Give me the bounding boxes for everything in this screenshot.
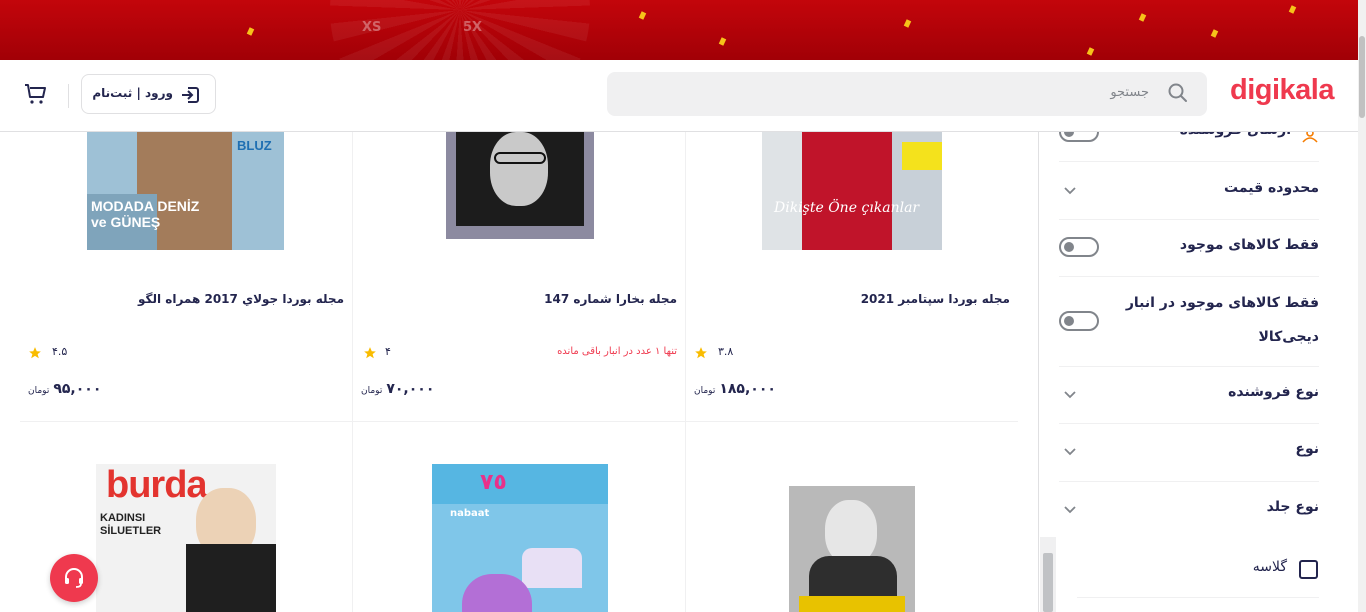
checkbox[interactable] — [1299, 560, 1318, 579]
product-rating: ۳.۸ — [718, 345, 734, 358]
cover-option-glossy[interactable]: گلاسه — [1077, 548, 1319, 598]
banner-badge: XS — [362, 20, 382, 35]
product-title: مجله بوردا جولاي 2017 همراه الگو — [137, 292, 344, 306]
filter-sidebar: ارسال فروشنده محدوده قیمت فقط کالاهای مو… — [1038, 122, 1358, 612]
chevron-down-icon — [1063, 501, 1077, 520]
product-price: ۹۵,۰۰۰تومان — [28, 381, 102, 397]
chevron-down-icon — [1063, 386, 1077, 405]
filter-label: فقط کالاهای موجود در انبار — [1125, 295, 1319, 311]
filter-type[interactable]: نوع — [1059, 424, 1319, 482]
product-image[interactable] — [446, 122, 594, 239]
digikala-logo[interactable]: digikala — [1230, 74, 1335, 107]
cover-text: BLUZ — [237, 138, 272, 153]
filter-scrollbar[interactable] — [1040, 537, 1056, 612]
scroll-thumb[interactable] — [1359, 36, 1365, 118]
site-header: digikala جستجو ورود | ثبت‌نام — [0, 60, 1358, 132]
header-divider — [68, 84, 69, 108]
filter-label: محدوده قیمت — [1224, 180, 1319, 196]
confetti — [1086, 47, 1095, 56]
filter-seller-shipping[interactable]: ارسال فروشنده — [1059, 122, 1319, 162]
product-rating: ۴.۵ — [52, 345, 68, 358]
cover-text: burda — [106, 464, 208, 506]
filter-label: نوع جلد — [1266, 499, 1319, 515]
product-price: ۷۰,۰۰۰تومان — [361, 381, 435, 397]
filter-label: نوع — [1295, 441, 1319, 457]
grid-divider — [685, 132, 686, 612]
cover-text: nabaat — [450, 508, 490, 519]
filter-label: فقط کالاهای موجود — [1179, 237, 1319, 253]
toggle-switch[interactable] — [1059, 311, 1099, 331]
product-image[interactable]: MODADA DENİZ ve GÜNEŞ BLUZ — [87, 122, 284, 250]
product-title: مجله بوردا سپتامبر 2021 — [860, 292, 1010, 306]
cart-icon[interactable] — [24, 82, 48, 110]
search-placeholder: جستجو — [1110, 85, 1149, 100]
confetti — [718, 37, 727, 46]
star-icon — [694, 345, 708, 364]
filter-price-range[interactable]: محدوده قیمت — [1059, 162, 1319, 220]
chevron-down-icon — [1063, 182, 1077, 201]
filter-in-stock[interactable]: فقط کالاهای موجود — [1059, 220, 1319, 277]
toggle-switch[interactable] — [1059, 237, 1099, 257]
product-image[interactable]: ٧٥ nabaat — [432, 464, 608, 612]
product-image[interactable] — [789, 486, 915, 612]
filter-label: دیجی‌کالا — [1258, 329, 1319, 345]
currency-label: تومان — [361, 386, 383, 396]
grid-divider — [352, 132, 353, 612]
promo-banner[interactable]: XS 5X — [0, 0, 1366, 60]
product-price: ۱۸۵,۰۰۰تومان — [694, 381, 776, 397]
support-button[interactable] — [50, 554, 98, 602]
filter-cover-type[interactable]: نوع جلد — [1059, 482, 1319, 538]
stock-note: تنها ۱ عدد در انبار باقی مانده — [557, 346, 677, 357]
star-icon — [28, 345, 42, 364]
product-image[interactable]: Dikişte Öne çıkanlar — [762, 122, 942, 250]
filter-label: نوع فروشنده — [1228, 384, 1319, 400]
confetti — [903, 19, 912, 28]
confetti — [638, 11, 647, 20]
grid-divider — [20, 421, 1018, 422]
currency-label: تومان — [694, 386, 716, 396]
banner-badge: 5X — [463, 20, 483, 35]
cover-text: MODADA DENİZ ve GÜNEŞ — [91, 198, 200, 230]
cover-text: KADINSI SİLUETLER — [100, 512, 162, 537]
cover-text: Dikişte Öne çıkanlar — [774, 200, 920, 216]
product-image[interactable]: burda KADINSI SİLUETLER — [96, 464, 276, 612]
search-icon — [1167, 82, 1189, 108]
option-label: گلاسه — [1252, 559, 1287, 575]
login-icon — [179, 84, 201, 110]
login-button[interactable]: ورود | ثبت‌نام — [81, 74, 216, 114]
confetti — [1210, 29, 1219, 38]
filter-digikala-stock[interactable]: فقط کالاهای موجود در انبار دیجی‌کالا — [1059, 277, 1319, 367]
scroll-thumb[interactable] — [1043, 553, 1053, 612]
product-title: مجله بخارا شماره 147 — [544, 292, 677, 306]
filter-seller-type[interactable]: نوع فروشنده — [1059, 367, 1319, 424]
page-scrollbar[interactable] — [1358, 0, 1366, 612]
search-input[interactable]: جستجو — [607, 72, 1207, 116]
confetti — [246, 27, 255, 36]
chevron-down-icon — [1063, 443, 1077, 462]
star-icon — [363, 345, 377, 364]
product-rating: ۴ — [385, 345, 391, 358]
confetti — [1138, 13, 1147, 22]
headset-icon — [65, 568, 83, 588]
login-label: ورود | ثبت‌نام — [92, 86, 173, 100]
currency-label: تومان — [28, 386, 50, 396]
confetti — [1288, 5, 1297, 14]
